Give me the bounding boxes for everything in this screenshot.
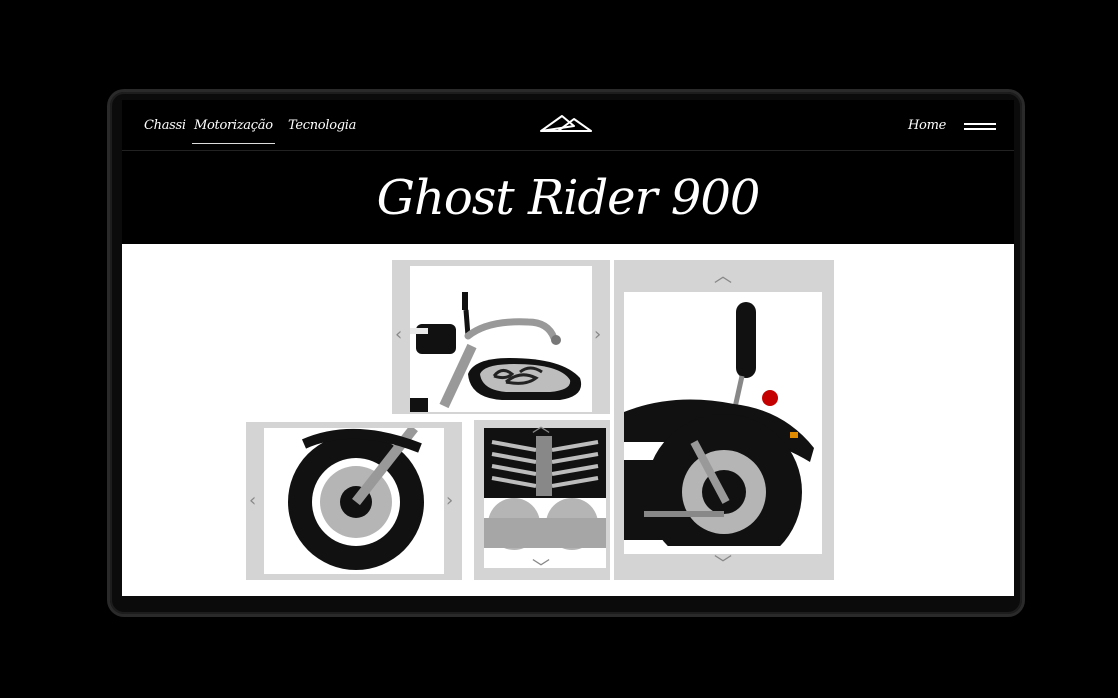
nav-link-tecnologia[interactable]: Tecnologia	[288, 118, 356, 133]
tile-image-front-wheel	[264, 428, 444, 574]
gallery-tile-front-wheel: ‹ ›	[246, 422, 462, 580]
hamburger-menu-icon[interactable]	[964, 123, 996, 131]
tile-image-engine	[484, 428, 606, 568]
chevron-right-icon[interactable]: ›	[594, 326, 601, 344]
chevron-up-icon[interactable]: ︿	[532, 418, 550, 436]
gallery-tile-engine: ︿ ﹀	[474, 418, 610, 580]
motorcycle-puzzle-gallery: ‹ › ︿ ﹀ ‹ › ︿ ﹀	[122, 244, 1014, 596]
nav-link-motorizacao[interactable]: Motorização	[192, 118, 275, 144]
gallery-tile-rear: ︿ ﹀	[614, 260, 834, 580]
top-navigation: Chassi Motorização Tecnologia Home	[122, 100, 1014, 151]
nav-link-home[interactable]: Home	[908, 118, 946, 133]
chevron-down-icon[interactable]: ﹀	[532, 560, 550, 578]
app-screen: Chassi Motorização Tecnologia Home Ghost…	[122, 100, 1014, 596]
engine-illustration	[484, 428, 606, 550]
chevron-left-icon[interactable]: ‹	[395, 326, 402, 344]
chevron-up-icon[interactable]: ︿	[714, 268, 732, 286]
mountain-logo-icon[interactable]	[540, 114, 592, 132]
chevron-left-icon[interactable]: ‹	[249, 492, 256, 510]
chevron-down-icon[interactable]: ﹀	[714, 556, 732, 574]
rear-illustration	[624, 302, 822, 554]
tile-image-tank	[410, 266, 592, 412]
gallery-tile-tank: ‹ ›	[392, 260, 610, 414]
tank-illustration	[410, 292, 582, 412]
nav-link-chassi[interactable]: Chassi	[144, 118, 186, 133]
chevron-right-icon[interactable]: ›	[446, 492, 453, 510]
tile-image-rear	[624, 292, 822, 554]
page-title: Ghost Rider 900	[376, 170, 761, 226]
front-wheel-illustration	[288, 428, 424, 570]
